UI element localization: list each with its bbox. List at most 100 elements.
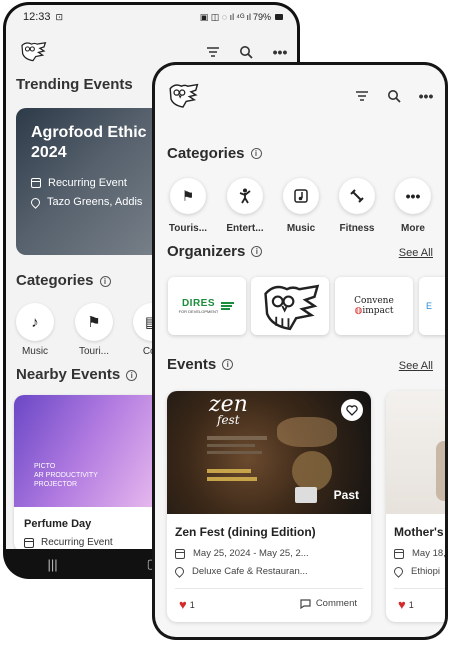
- heart-filled-icon: ♥: [179, 597, 187, 612]
- comment-label: Comment: [315, 598, 357, 609]
- event-poster-image: zen fest Past: [167, 391, 371, 514]
- front-phone: ••• Categories i ⚑ Touris... Entert... Mu…: [152, 62, 448, 640]
- category-music[interactable]: Music: [281, 178, 321, 234]
- front-phone-screen: ••• Categories i ⚑ Touris... Entert... Mu…: [155, 65, 445, 637]
- nearby-event-title: Perfume Day: [24, 518, 92, 530]
- event-location-row: Ethiopi: [392, 565, 440, 578]
- info-icon[interactable]: i: [99, 275, 111, 287]
- info-icon[interactable]: i: [251, 246, 263, 257]
- event-location-row: Deluxe Cafe & Restauran...: [173, 565, 308, 578]
- calendar-icon: [24, 537, 34, 548]
- music-note-icon: [283, 178, 319, 214]
- network-label: ⁴ᴳ: [236, 12, 245, 22]
- poster-text-line: [207, 477, 257, 481]
- event-date: May 18,: [412, 548, 445, 559]
- dires-sub: FOR DEVELOPMENT: [178, 309, 219, 314]
- trending-recurring-label: Recurring Event: [48, 177, 127, 189]
- nearby-recurring-label: Recurring Event: [41, 537, 113, 548]
- trending-location-label: Tazo Greens, Addis: [47, 196, 143, 208]
- dires-logo: DIRES FOR DEVELOPMENT: [179, 298, 236, 314]
- comment-icon: [300, 598, 311, 609]
- dires-name: DIRES: [181, 298, 216, 309]
- like-count: 1: [189, 599, 195, 610]
- event-card-zen-fest[interactable]: zen fest Past Zen Fest (dining Edition): [167, 391, 371, 622]
- heart-outline-icon: [346, 404, 358, 416]
- category-more[interactable]: ••• More: [393, 178, 433, 234]
- dires-stripes-icon: [221, 302, 235, 310]
- info-icon[interactable]: i: [250, 148, 262, 159]
- dumbbell-icon: [339, 178, 375, 214]
- events-see-all-link[interactable]: See All: [399, 360, 433, 372]
- filter-icon[interactable]: [204, 43, 222, 61]
- more-options-icon[interactable]: •••: [417, 87, 435, 105]
- poster-subtitle: fest: [217, 413, 240, 427]
- like-button[interactable]: ♥ 1: [179, 597, 195, 612]
- events-heading-label: Events: [167, 356, 217, 373]
- poster-photo: [277, 417, 337, 447]
- category-label: Music: [286, 223, 316, 234]
- event-card-mothers-day[interactable]: Mother's May 18, Ethiopi ♥ 1: [386, 391, 445, 622]
- banner-line: PICTO: [34, 463, 56, 470]
- back-category-music[interactable]: ♪ Music: [15, 303, 55, 357]
- battery-icon: [275, 14, 283, 20]
- categories-heading-label: Categories: [167, 145, 245, 162]
- calendar-icon: [31, 178, 41, 188]
- event-date-row: May 18,: [394, 548, 445, 559]
- organizers-see-all-link[interactable]: See All: [399, 247, 433, 259]
- category-tourism[interactable]: ⚑ Touris...: [168, 178, 208, 234]
- nearby-heading: Nearby Events i: [16, 366, 138, 383]
- nearby-banner-text: PICTO AR PRODUCTIVITY PROJECTOR: [34, 462, 98, 489]
- search-icon[interactable]: [237, 43, 255, 61]
- convene-name: Convene: [354, 296, 394, 306]
- organizer-dires-logo[interactable]: DIRES FOR DEVELOPMENT: [168, 277, 246, 335]
- past-badge: Past: [333, 488, 359, 502]
- event-title: Zen Fest (dining Edition): [175, 525, 316, 539]
- location-pin-icon: [173, 565, 186, 578]
- convene-logo: Convene ◍impact: [354, 296, 394, 316]
- info-icon[interactable]: i: [126, 369, 138, 381]
- music-note-icon: ♪: [16, 303, 54, 341]
- heart-filled-icon: ♥: [398, 597, 406, 612]
- category-entertainment[interactable]: Entert...: [225, 178, 265, 234]
- filter-icon[interactable]: [353, 87, 371, 105]
- trending-recurring-row: Recurring Event: [31, 177, 127, 189]
- category-label: Fitness: [339, 223, 375, 234]
- recent-apps-icon[interactable]: |||: [47, 557, 57, 572]
- category-fitness[interactable]: Fitness: [337, 178, 377, 234]
- organizer-convene-logo[interactable]: Convene ◍impact: [335, 277, 413, 335]
- poster-figure: [436, 441, 445, 501]
- organizers-heading-label: Organizers: [167, 243, 246, 260]
- event-card-footer: [175, 588, 363, 589]
- more-options-icon[interactable]: •••: [271, 43, 289, 61]
- nearby-event-card[interactable]: PICTO AR PRODUCTIVITY PROJECTOR Perfume …: [14, 395, 174, 549]
- status-time: 12:33: [23, 11, 51, 23]
- poster-text-line: [207, 469, 251, 473]
- like-button[interactable]: ♥ 1: [398, 597, 414, 612]
- trending-location-row: Tazo Greens, Addis: [29, 195, 143, 209]
- convene-sub: impact: [362, 306, 394, 316]
- search-icon[interactable]: [385, 87, 403, 105]
- event-date-row: May 25, 2024 - May 25, 2...: [175, 548, 309, 559]
- event-location: Deluxe Cafe & Restauran...: [192, 566, 308, 577]
- lock-icon: ⊡: [55, 11, 64, 22]
- poster-photo: [292, 451, 332, 491]
- more-dots-icon: •••: [395, 178, 431, 214]
- trending-heading-label: Trending Events: [16, 76, 133, 93]
- info-icon[interactable]: i: [222, 359, 234, 370]
- comment-button[interactable]: Comment: [300, 598, 357, 609]
- event-date: May 25, 2024 - May 25, 2...: [193, 548, 309, 559]
- favorite-button[interactable]: [341, 399, 363, 421]
- back-category-tourism[interactable]: ⚑ Touri...: [74, 303, 114, 357]
- owl-logo-icon[interactable]: [167, 81, 199, 109]
- battery-label: 79%: [252, 12, 271, 22]
- event-card-footer: [394, 588, 445, 589]
- organizer-owl-logo[interactable]: [251, 277, 329, 335]
- poster-text-line: [207, 451, 262, 454]
- owl-logo-icon[interactable]: [19, 40, 47, 62]
- organizer-partial-logo[interactable]: E: [419, 277, 445, 335]
- events-heading: Events i: [167, 356, 234, 373]
- category-label: Touris...: [168, 223, 208, 234]
- back-category-label: Music: [21, 346, 49, 357]
- category-label: More: [401, 223, 425, 234]
- poster-text-line: [207, 436, 267, 440]
